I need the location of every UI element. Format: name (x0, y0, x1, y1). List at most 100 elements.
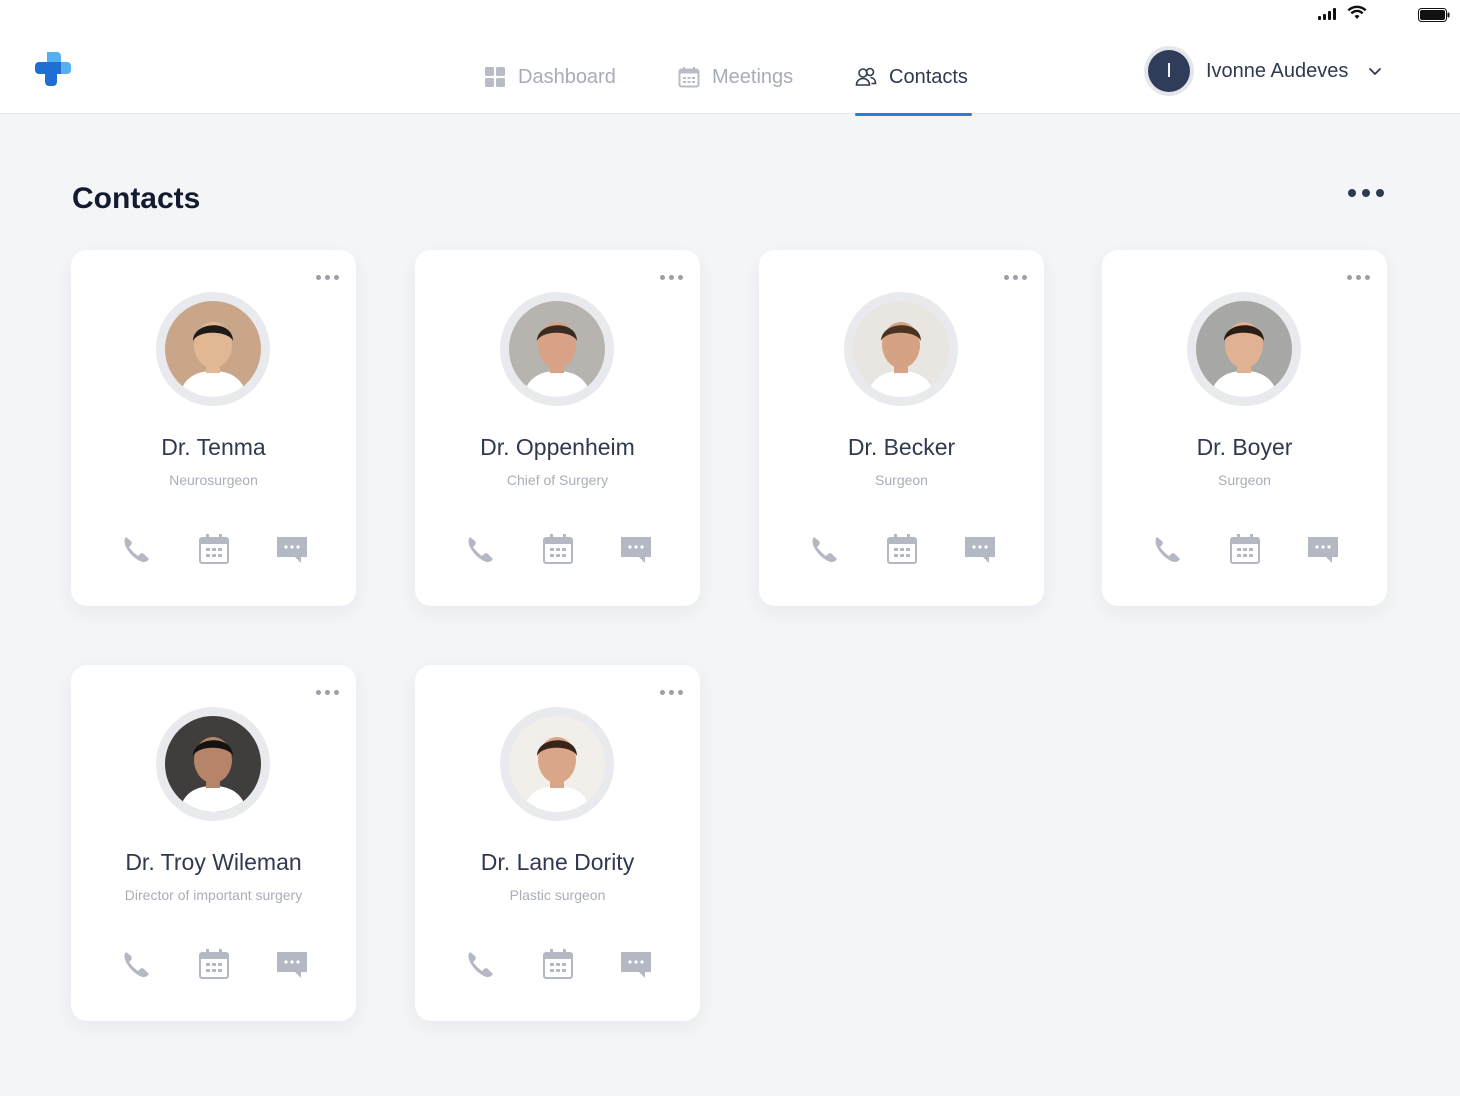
chevron-down-icon[interactable] (1368, 64, 1382, 78)
card-more-options-button[interactable] (1004, 274, 1028, 282)
status-bar (0, 0, 1460, 30)
card-more-options-button[interactable] (660, 274, 684, 282)
contact-name: Dr. Oppenheim (480, 434, 635, 460)
top-navigation-bar: Dashboard Meetings Contacts I Ivonne Aud… (0, 0, 1460, 116)
phone-icon (124, 537, 149, 563)
contact-role: Director of important surgery (124, 887, 303, 903)
page-title: Contacts (72, 182, 201, 215)
contact-portrait (509, 716, 605, 812)
contact-name: Dr. Boyer (1196, 434, 1293, 460)
contact-card[interactable]: Dr. Becker Surgeon (759, 250, 1044, 606)
contact-card[interactable]: Dr. Troy Wileman Director of important s… (71, 665, 356, 1021)
nav-meetings-label: Meetings (712, 65, 794, 88)
contact-photo (156, 707, 270, 821)
contact-actions (71, 532, 356, 568)
contact-portrait (853, 301, 949, 397)
calendar-icon (543, 949, 573, 979)
schedule-button[interactable] (1228, 532, 1262, 566)
message-button[interactable] (963, 532, 997, 566)
contact-name: Dr. Lane Dority (480, 849, 635, 875)
call-button[interactable] (119, 947, 153, 981)
contact-name: Dr. Troy Wileman (125, 849, 302, 875)
call-button[interactable] (463, 532, 497, 566)
contact-actions (415, 532, 700, 568)
contact-role: Neurosurgeon (169, 472, 258, 488)
schedule-button[interactable] (197, 947, 231, 981)
phone-icon (124, 952, 149, 978)
schedule-button[interactable] (885, 532, 919, 566)
calendar-icon (543, 534, 573, 564)
call-button[interactable] (1150, 532, 1184, 566)
contact-portrait (165, 716, 261, 812)
dashboard-icon (485, 67, 505, 87)
nav-meetings[interactable]: Meetings (678, 40, 793, 114)
phone-icon (812, 537, 837, 563)
card-more-options-button[interactable] (660, 689, 684, 697)
contact-actions (415, 947, 700, 983)
user-menu[interactable]: I Ivonne Audeves (1144, 46, 1382, 96)
contact-name: Dr. Tenma (161, 434, 266, 460)
phone-icon (468, 952, 493, 978)
contacts-icon (855, 67, 877, 86)
wifi-icon (1347, 5, 1367, 19)
calendar-icon (199, 534, 229, 564)
contact-portrait (165, 301, 261, 397)
card-more-options-button[interactable] (316, 689, 340, 697)
nav-contacts-label: Contacts (889, 65, 968, 88)
calendar-icon (678, 67, 700, 88)
schedule-button[interactable] (541, 532, 575, 566)
nav-contacts[interactable]: Contacts (855, 40, 972, 116)
calendar-icon (199, 949, 229, 979)
chat-bubble-icon (277, 952, 307, 978)
card-more-options-button[interactable] (316, 274, 340, 282)
message-button[interactable] (275, 532, 309, 566)
chat-bubble-icon (965, 537, 995, 563)
contact-photo (1187, 292, 1301, 406)
contact-card[interactable]: Dr. Lane Dority Plastic surgeon (415, 665, 700, 1021)
schedule-button[interactable] (197, 532, 231, 566)
contact-card[interactable]: Dr. Oppenheim Chief of Surgery (415, 250, 700, 606)
phone-icon (1155, 537, 1180, 563)
app-logo[interactable] (28, 46, 76, 94)
contact-role: Chief of Surgery (506, 472, 609, 488)
contact-card[interactable]: Dr. Boyer Surgeon (1102, 250, 1387, 606)
call-button[interactable] (463, 947, 497, 981)
schedule-button[interactable] (541, 947, 575, 981)
call-button[interactable] (807, 532, 841, 566)
contact-role: Surgeon (1218, 472, 1271, 488)
message-button[interactable] (1306, 532, 1340, 566)
card-more-options-button[interactable] (1347, 274, 1371, 282)
phone-icon (468, 537, 493, 563)
cellular-signal-icon (1318, 8, 1336, 20)
contact-name: Dr. Becker (847, 434, 956, 460)
nav-dashboard-label: Dashboard (518, 65, 616, 88)
contact-actions (1102, 532, 1387, 568)
contact-card[interactable]: Dr. Tenma Neurosurgeon (71, 250, 356, 606)
contact-role: Surgeon (875, 472, 928, 488)
avatar: I (1144, 46, 1194, 96)
message-button[interactable] (619, 532, 653, 566)
contact-portrait (1196, 301, 1292, 397)
chat-bubble-icon (621, 537, 651, 563)
calendar-icon (887, 534, 917, 564)
chat-bubble-icon (277, 537, 307, 563)
contact-photo (500, 292, 614, 406)
message-button[interactable] (275, 947, 309, 981)
nav-dashboard[interactable]: Dashboard (484, 40, 616, 114)
contact-actions (759, 532, 1044, 568)
contact-photo (156, 292, 270, 406)
chat-bubble-icon (621, 952, 651, 978)
contact-photo (844, 292, 958, 406)
page-more-options-button[interactable] (1346, 186, 1386, 200)
calendar-icon (1230, 534, 1260, 564)
call-button[interactable] (119, 532, 153, 566)
contact-actions (71, 947, 356, 983)
contact-portrait (509, 301, 605, 397)
message-button[interactable] (619, 947, 653, 981)
avatar-initial: I (1148, 50, 1190, 92)
contact-role: Plastic surgeon (509, 887, 606, 903)
user-name: Ivonne Audeves (1206, 59, 1349, 82)
chat-bubble-icon (1308, 537, 1338, 563)
contact-photo (500, 707, 614, 821)
battery-icon (1418, 8, 1450, 22)
